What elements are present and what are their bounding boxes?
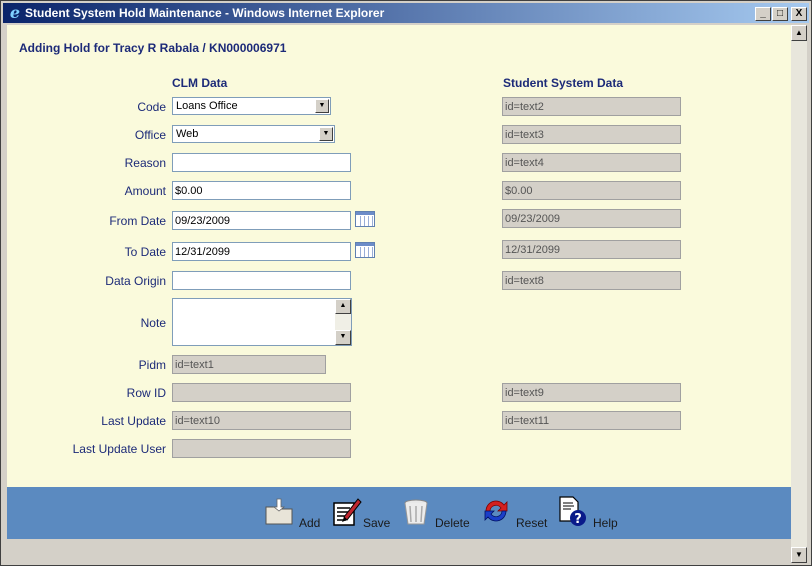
pidm-field: id=text1 xyxy=(172,355,326,374)
calendar-icon[interactable] xyxy=(355,242,375,258)
last-update-field: id=text10 xyxy=(172,411,351,430)
action-toolbar: Add Save Delete Reset ? Help xyxy=(7,487,791,539)
student-row-id-field: id=text9 xyxy=(502,383,681,402)
data-origin-input[interactable] xyxy=(172,271,351,290)
note-scrollbar[interactable]: ▲ ▼ xyxy=(335,299,351,345)
scroll-up-icon[interactable]: ▲ xyxy=(791,25,807,41)
student-data-origin-field: id=text8 xyxy=(502,271,681,290)
help-label: Help xyxy=(593,516,618,530)
reset-label: Reset xyxy=(516,516,548,530)
office-label: Office xyxy=(134,128,166,142)
office-selected-value: Web xyxy=(176,128,199,140)
delete-label: Delete xyxy=(435,516,470,530)
from-date-label: From Date xyxy=(109,214,166,228)
note-textarea[interactable]: ▲ ▼ xyxy=(172,298,352,346)
scroll-down-icon[interactable]: ▼ xyxy=(335,330,351,345)
amount-input[interactable]: $0.00 xyxy=(172,181,351,200)
help-button[interactable]: ? Help xyxy=(556,495,622,531)
page-content: Adding Hold for Tracy R Rabala / KN00000… xyxy=(7,25,791,511)
scroll-up-icon[interactable]: ▲ xyxy=(335,299,351,314)
note-label: Note xyxy=(140,316,166,330)
maximize-button[interactable]: □ xyxy=(772,7,788,21)
pidm-label: Pidm xyxy=(138,358,166,372)
clm-data-header: CLM Data xyxy=(172,76,228,90)
trash-icon xyxy=(404,499,428,525)
chevron-down-icon[interactable]: ▼ xyxy=(315,99,329,113)
office-select[interactable]: Web ▼ xyxy=(172,125,335,143)
last-update-user-label: Last Update User xyxy=(72,442,166,456)
last-update-user-field xyxy=(172,439,351,458)
window-title: Student System Hold Maintenance - Window… xyxy=(25,6,385,20)
reset-button[interactable]: Reset xyxy=(480,495,552,531)
help-document-icon: ? xyxy=(559,496,586,527)
page-title: Adding Hold for Tracy R Rabala / KN00000… xyxy=(19,41,287,55)
student-code-field: id=text2 xyxy=(502,97,681,116)
from-date-input[interactable]: 09/23/2009 xyxy=(172,211,351,230)
to-date-label: To Date xyxy=(124,245,166,259)
student-from-date-field: 09/23/2009 xyxy=(502,209,681,228)
title-bar[interactable]: e Student System Hold Maintenance - Wind… xyxy=(3,3,809,23)
browser-window: e Student System Hold Maintenance - Wind… xyxy=(0,0,812,566)
svg-text:?: ? xyxy=(574,512,582,527)
data-origin-label: Data Origin xyxy=(105,274,166,288)
code-selected-value: Loans Office xyxy=(176,100,238,112)
add-button[interactable]: Add xyxy=(263,495,325,531)
amount-label: Amount xyxy=(124,184,166,198)
internet-explorer-icon: e xyxy=(9,3,21,22)
save-label: Save xyxy=(363,516,391,530)
page-scrollbar[interactable]: ▲ ▼ xyxy=(791,25,807,563)
save-button[interactable]: Save xyxy=(330,495,396,531)
row-id-label: Row ID xyxy=(126,386,166,400)
save-document-icon xyxy=(333,498,362,526)
code-select[interactable]: Loans Office ▼ xyxy=(172,97,331,115)
add-label: Add xyxy=(299,516,321,530)
code-label: Code xyxy=(137,100,166,114)
folder-add-icon xyxy=(265,498,293,525)
reset-arrows-icon xyxy=(484,500,508,522)
student-reason-field: id=text4 xyxy=(502,153,681,172)
student-to-date-field: 12/31/2099 xyxy=(502,240,681,259)
minimize-button[interactable]: _ xyxy=(755,7,771,21)
reason-input[interactable] xyxy=(172,153,351,172)
delete-button[interactable]: Delete xyxy=(401,495,473,531)
chevron-down-icon[interactable]: ▼ xyxy=(319,127,333,141)
calendar-icon[interactable] xyxy=(355,211,375,227)
student-amount-field: $0.00 xyxy=(502,181,681,200)
reason-label: Reason xyxy=(124,156,166,170)
student-system-data-header: Student System Data xyxy=(503,76,624,90)
row-id-field xyxy=(172,383,351,402)
close-button[interactable]: X xyxy=(791,7,807,21)
scroll-down-icon[interactable]: ▼ xyxy=(791,547,807,563)
last-update-label: Last Update xyxy=(101,414,166,428)
student-office-field: id=text3 xyxy=(502,125,681,144)
student-last-update-field: id=text11 xyxy=(502,411,681,430)
to-date-input[interactable]: 12/31/2099 xyxy=(172,242,351,261)
